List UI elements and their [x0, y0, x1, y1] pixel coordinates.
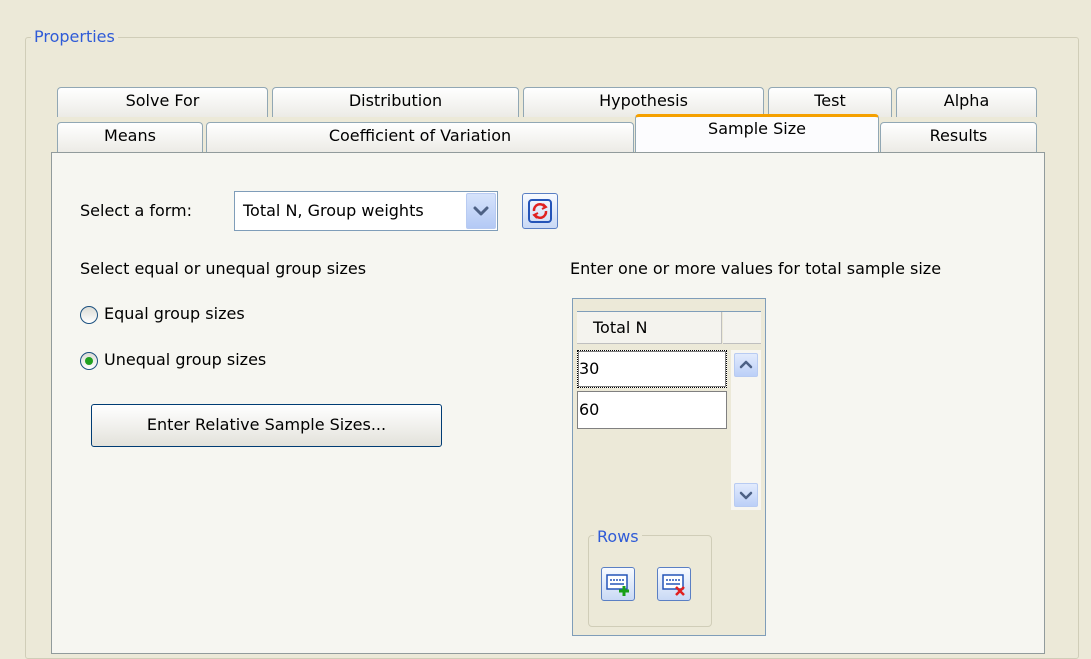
unequal-group-sizes-radio[interactable]: [80, 352, 98, 370]
equal-group-sizes-radio[interactable]: [80, 306, 98, 324]
vertical-scrollbar[interactable]: [731, 350, 761, 510]
total-n-cell[interactable]: 60: [577, 391, 727, 429]
column-header-total-n: Total N: [577, 312, 722, 344]
total-n-grid: Total N 30 60: [577, 311, 761, 510]
refresh-button[interactable]: [522, 193, 558, 229]
add-row-icon: [606, 574, 629, 596]
total-n-table: Total N 30 60 Rows: [572, 298, 766, 636]
total-n-cell[interactable]: 30: [577, 350, 727, 388]
delete-row-button[interactable]: [657, 567, 691, 601]
scroll-down-button[interactable]: [734, 483, 758, 507]
column-header-filler: [723, 312, 761, 344]
delete-row-icon: [662, 574, 685, 596]
unequal-group-sizes-label[interactable]: Unequal group sizes: [104, 350, 266, 369]
form-label: Select a form:: [80, 201, 193, 220]
equal-group-sizes-label[interactable]: Equal group sizes: [104, 304, 245, 323]
chevron-up-icon: [739, 360, 753, 369]
enter-relative-sample-sizes-button[interactable]: Enter Relative Sample Sizes...: [91, 404, 442, 447]
chevron-down-icon[interactable]: [466, 193, 496, 229]
radio-selected-dot: [85, 357, 93, 365]
add-row-button[interactable]: [601, 567, 635, 601]
form-select-value: Total N, Group weights: [243, 201, 424, 220]
rows-group-title: Rows: [594, 527, 642, 546]
scroll-up-button[interactable]: [734, 353, 758, 377]
chevron-down-icon: [739, 491, 753, 500]
refresh-icon: [528, 199, 552, 223]
form-select[interactable]: Total N, Group weights: [234, 191, 498, 231]
group-sizes-heading: Select equal or unequal group sizes: [80, 259, 367, 278]
total-n-heading: Enter one or more values for total sampl…: [570, 259, 942, 278]
